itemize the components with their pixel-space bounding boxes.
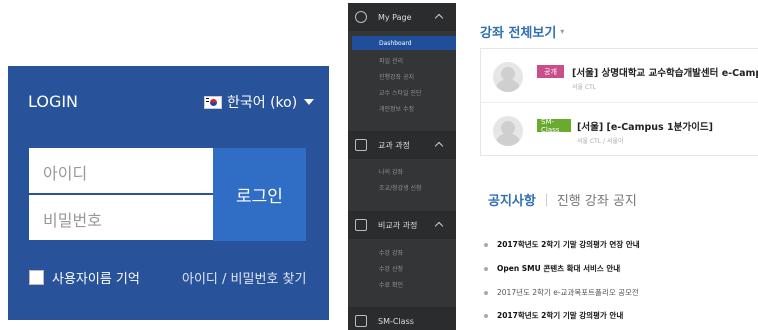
chevron-down-icon [304, 99, 315, 105]
course-list: 공개 [서울] 상명대학교 교수학습개발센터 e-Campus 서울 CTL S… [480, 48, 758, 156]
course-title[interactable]: [서울] [e-Campus 1분가이드] [577, 119, 713, 133]
sidebar-item-enrolled[interactable]: 수강 강좌 [352, 245, 456, 259]
sidebar-item-enroll[interactable]: 수강 신청 [352, 261, 456, 275]
sidebar-section-smclass[interactable]: SM-Class [348, 307, 456, 330]
sidebar-item-course-notice[interactable]: 진행강좌 공지 [352, 69, 456, 83]
notice-item[interactable]: Open SMU 콘텐츠 확대 서비스 안내 [484, 263, 620, 274]
sidebar-item-dashboard[interactable]: Dashboard [352, 36, 456, 50]
section-label: SM-Class [378, 316, 414, 326]
tab-notices[interactable]: 공지사항 [488, 190, 536, 209]
all-courses-heading[interactable]: 강좌 전체보기 ▾ [480, 22, 564, 41]
notice-tabs: 공지사항 진행 강좌 공지 [488, 190, 637, 209]
section-label: 비교과 과정 [378, 220, 418, 230]
login-button[interactable]: 로그인 [213, 148, 306, 241]
all-courses-label: 강좌 전체보기 [480, 26, 557, 41]
notice-item[interactable]: 2017년도 2학기 e-교과목포트폴리오 공모전 [484, 287, 639, 298]
course-owner: 서울 CTL / 서울이 [577, 138, 624, 145]
tablet-icon [355, 219, 367, 231]
language-label: 한국어 (ko) [227, 95, 298, 111]
status-badge: 공개 [537, 65, 564, 78]
avatar [493, 116, 523, 146]
sidebar-item-my-courses[interactable]: 나의 강좌 [352, 164, 456, 178]
tab-course-notices[interactable]: 진행 강좌 공지 [557, 190, 637, 209]
notice-item[interactable]: 2017학년도 2학기 기말 강의평가 안내 [484, 310, 623, 321]
screen: LOGIN 한국어 (ko) 아이디 비밀번호 로그인 사용자이름 기억 아이디… [0, 0, 758, 330]
tab-divider [545, 193, 547, 206]
section-label: 교과 과정 [378, 140, 410, 150]
notice-text: 2017년도 2학기 e-교과목포트폴리오 공모전 [497, 288, 639, 297]
sidebar-section-curriculum[interactable]: 교과 과정 [348, 131, 456, 159]
korea-flag-icon [204, 95, 222, 109]
notice-text: 2017학년도 2학기 기말 강의평가 안내 [497, 311, 624, 320]
course-card[interactable]: SM-Class [서울] [e-Campus 1분가이드] 서울 CTL / … [481, 103, 758, 157]
bullet-icon [484, 313, 488, 318]
language-selector[interactable]: 한국어 (ko) [204, 92, 315, 112]
bullet-icon [484, 290, 488, 295]
chevron-up-icon [434, 13, 444, 23]
login-title: LOGIN [28, 92, 79, 111]
book-open-icon [355, 315, 367, 327]
notice-item[interactable]: 2017학년도 2학기 기말 강의평가 연장 안내 [484, 239, 640, 250]
course-title[interactable]: [서울] 상명대학교 교수학습개발센터 e-Campus [572, 65, 758, 79]
remember-username[interactable]: 사용자이름 기억 [29, 268, 140, 287]
login-panel: LOGIN 한국어 (ko) 아이디 비밀번호 로그인 사용자이름 기억 아이디… [8, 66, 329, 320]
avatar [493, 62, 523, 92]
dropdown-icon: ▾ [560, 27, 565, 36]
chevron-up-icon [434, 141, 444, 151]
remember-label: 사용자이름 기억 [52, 272, 140, 287]
sidebar-item-completion[interactable]: 수료 확인 [352, 277, 456, 291]
section-label: My Page [378, 12, 412, 22]
find-account-link[interactable]: 아이디 / 비밀번호 찾기 [182, 268, 306, 287]
sidebar-item-ta-apply[interactable]: 조교/청강생 신청 [352, 180, 456, 194]
sidebar-section-mypage[interactable]: My Page [348, 3, 456, 31]
remember-checkbox[interactable] [29, 270, 44, 285]
notice-text: 2017학년도 2학기 기말 강의평가 연장 안내 [497, 240, 640, 249]
sidebar-item-files[interactable]: 파일 관리 [352, 53, 456, 67]
sidebar-section-extracurricular[interactable]: 비교과 과정 [348, 211, 456, 239]
bullet-icon [484, 242, 488, 247]
bullet-icon [484, 266, 488, 271]
notice-text: Open SMU 콘텐츠 확대 서비스 안내 [497, 264, 621, 273]
status-badge: SM-Class [537, 118, 571, 134]
course-card[interactable]: 공개 [서울] 상명대학교 교수학습개발센터 e-Campus 서울 CTL [481, 49, 758, 103]
user-icon [355, 11, 367, 23]
book-icon [355, 139, 367, 151]
sidebar: My Page Dashboard 파일 관리 진행강좌 공지 교수 스타일 진… [348, 3, 456, 330]
chevron-up-icon [434, 221, 444, 231]
sidebar-item-teaching-style[interactable]: 교수 스타일 진단 [352, 85, 456, 99]
sidebar-item-profile[interactable]: 개인정보 수정 [352, 101, 456, 115]
course-owner: 서울 CTL [572, 84, 597, 91]
username-input[interactable]: 아이디 [29, 148, 213, 193]
password-input[interactable]: 비밀번호 [29, 195, 213, 240]
